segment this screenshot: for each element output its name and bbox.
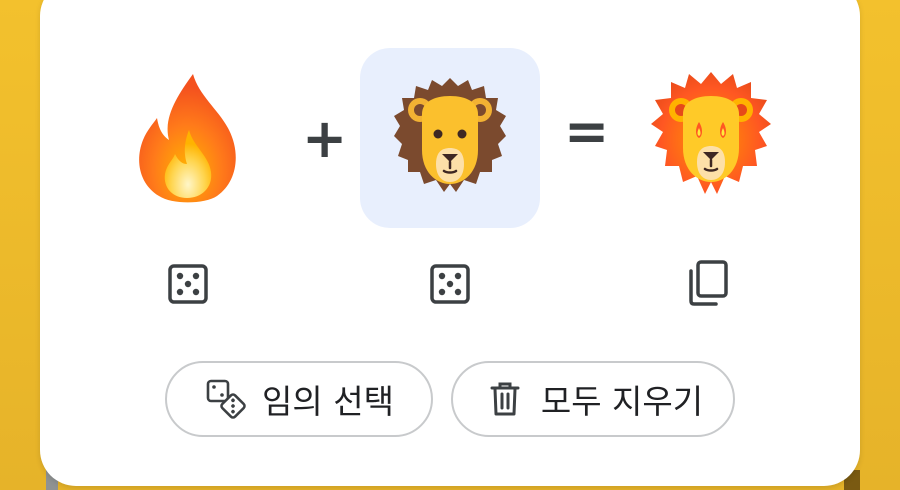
copy-result-button[interactable] — [678, 253, 738, 313]
plus-operator: + — [302, 107, 348, 170]
dice-icon — [204, 377, 248, 421]
emoji-kitchen-card: + = 임의 선택 모두 지우기 — [40, 0, 860, 486]
equals-operator: = — [564, 100, 610, 163]
second-emoji-slot[interactable] — [360, 48, 540, 228]
dice-icon — [168, 264, 208, 304]
clear-all-button[interactable]: 모두 지우기 — [451, 361, 735, 437]
copy-icon — [689, 260, 728, 306]
dice-icon — [430, 264, 470, 304]
trash-icon — [483, 377, 527, 421]
fire-emoji — [139, 74, 236, 203]
random-pick-button[interactable]: 임의 선택 — [165, 361, 433, 437]
first-emoji-slot[interactable] — [120, 70, 256, 206]
randomize-second-button[interactable] — [420, 254, 480, 314]
randomize-first-button[interactable] — [158, 254, 218, 314]
clear-all-label: 모두 지우기 — [540, 382, 704, 421]
random-pick-label: 임의 선택 — [262, 382, 394, 421]
lion-emoji — [394, 78, 506, 192]
fire-lion-emoji — [651, 72, 771, 194]
result-emoji-slot — [640, 64, 784, 208]
